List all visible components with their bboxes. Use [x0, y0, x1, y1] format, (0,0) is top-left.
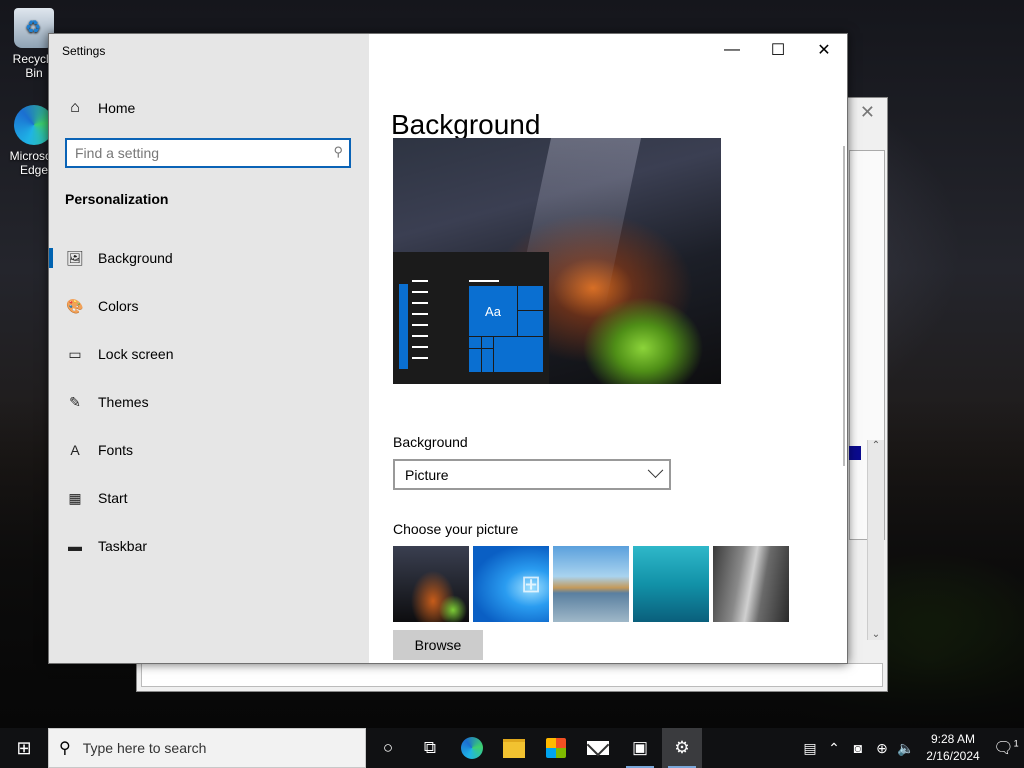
start-button[interactable]: ⊞	[0, 728, 48, 768]
settings-sidebar: Settings ⌂ Home ⚲ Personalization 🖼 Back…	[49, 34, 369, 663]
thumbnail-rock-cliff[interactable]	[713, 546, 789, 622]
mail-icon	[587, 741, 609, 755]
nav-item-label: Start	[98, 490, 128, 506]
meet-now-icon[interactable]: ◙	[846, 740, 870, 756]
nav-item-label: Lock screen	[98, 346, 174, 362]
start-icon: ▦	[68, 489, 82, 506]
settings-content: Background Aa Background Picture Choose …	[391, 34, 831, 663]
taskbar-mail[interactable]	[578, 728, 618, 768]
taskbar-settings[interactable]: ⚙	[662, 728, 702, 768]
taskbar-edge[interactable]	[452, 728, 492, 768]
search-icon: ⚲	[59, 740, 71, 757]
taskbar-icon: ▬	[68, 538, 82, 554]
background-preview: Aa	[393, 138, 721, 384]
themes-icon: ✎	[69, 393, 81, 410]
picture-icon: 🖼	[66, 249, 84, 266]
browse-button[interactable]: Browse	[393, 630, 483, 660]
picture-thumbnails	[393, 546, 789, 622]
nav-item-colors[interactable]: 🎨 Colors	[49, 282, 369, 330]
taskbar-file-explorer[interactable]	[494, 728, 534, 768]
dropdown-value: Picture	[405, 466, 449, 483]
background-window-footer	[141, 663, 883, 687]
cortana-icon[interactable]: ○	[368, 728, 408, 768]
package-icon: ▣	[631, 738, 649, 757]
volume-muted-icon[interactable]: 🔈	[894, 740, 918, 757]
network-icon[interactable]: ⊕	[870, 740, 894, 757]
file-explorer-icon	[503, 738, 525, 758]
nav-item-themes[interactable]: ✎ Themes	[49, 378, 369, 426]
notification-count: 1	[1013, 738, 1019, 749]
news-icon[interactable]: ▤	[798, 740, 822, 757]
edge-icon	[461, 737, 483, 759]
chevron-down-icon	[647, 462, 664, 479]
taskbar-search[interactable]: ⚲ Type here to search	[48, 728, 366, 768]
store-icon	[546, 738, 566, 758]
background-label: Background	[393, 434, 468, 450]
nav-item-label: Themes	[98, 394, 149, 410]
nav-item-taskbar[interactable]: ▬ Taskbar	[49, 522, 369, 570]
settings-search[interactable]: ⚲	[65, 138, 351, 168]
settings-window: Settings ⌂ Home ⚲ Personalization 🖼 Back…	[48, 33, 848, 664]
fonts-icon: A	[70, 442, 80, 458]
thumbnail-windows-blue[interactable]	[473, 546, 549, 622]
section-heading: Personalization	[65, 191, 169, 207]
selection-marker	[849, 446, 861, 460]
nav-item-background[interactable]: 🖼 Background	[49, 234, 369, 282]
page-title: Background	[391, 108, 541, 140]
clock-time: 9:28 AM	[930, 732, 976, 746]
clock[interactable]: 9:28 AM 2/16/2024	[918, 731, 988, 765]
preview-tile-header	[469, 280, 499, 282]
taskbar-store[interactable]	[536, 728, 576, 768]
search-icon: ⚲	[333, 144, 343, 159]
preview-start-menu: Aa	[393, 252, 549, 384]
scrollbar[interactable]: ⌃ ⌄	[867, 440, 884, 640]
system-tray: ▤ ⌃ ◙ ⊕ 🔈 9:28 AM 2/16/2024 🗨1	[798, 728, 1024, 768]
nav-item-label: Taskbar	[98, 538, 148, 554]
home-icon: ⌂	[70, 99, 80, 116]
windows-logo-icon: ⊞	[16, 737, 32, 758]
nav-item-label: Colors	[98, 298, 139, 314]
thumbnail-beach-rocks[interactable]	[553, 546, 629, 622]
search-input[interactable]	[67, 140, 315, 166]
lock-screen-icon: ▭	[68, 345, 82, 362]
background-dropdown[interactable]: Picture	[393, 459, 671, 490]
nav-item-label: Fonts	[98, 442, 134, 458]
scroll-up-icon[interactable]: ⌃	[868, 440, 884, 451]
preview-tiles: Aa	[469, 286, 543, 372]
scroll-down-icon[interactable]: ⌄	[868, 629, 884, 640]
nav-home-label: Home	[98, 100, 136, 116]
clock-date: 2/16/2024	[926, 749, 980, 763]
task-view-icon[interactable]: ⧉	[410, 728, 450, 768]
window-title: Settings	[62, 44, 106, 58]
close-icon[interactable]: ✕	[860, 102, 875, 123]
thumbnail-night-sky-tent[interactable]	[393, 546, 469, 622]
preview-rail	[399, 284, 408, 369]
chevron-up-icon[interactable]: ⌃	[822, 740, 846, 757]
notification-icon: 🗨	[993, 740, 1014, 757]
nav-home[interactable]: ⌂ Home	[49, 90, 369, 126]
taskbar-search-placeholder: Type here to search	[82, 740, 207, 756]
settings-icon: ⚙	[674, 738, 690, 757]
choose-picture-label: Choose your picture	[393, 521, 519, 537]
thumbnail-underwater-swimmer[interactable]	[633, 546, 709, 622]
palette-icon: 🎨	[66, 297, 84, 314]
nav-item-fonts[interactable]: A Fonts	[49, 426, 369, 474]
nav-list: 🖼 Background 🎨 Colors ▭ Lock screen ✎ Th…	[49, 234, 369, 570]
nav-item-start[interactable]: ▦ Start	[49, 474, 369, 522]
preview-list	[412, 280, 428, 368]
content-scrollbar[interactable]	[843, 146, 845, 466]
nav-item-lock-screen[interactable]: ▭ Lock screen	[49, 330, 369, 378]
preview-tile-label: Aa	[469, 286, 518, 337]
notification-center-button[interactable]: 🗨1	[988, 738, 1024, 758]
taskbar-package[interactable]: ▣	[620, 728, 660, 768]
taskbar: ⊞ ⚲ Type here to search ○ ⧉ ▣ ⚙ ▤ ⌃ ◙ ⊕ …	[0, 728, 1024, 768]
nav-item-label: Background	[98, 250, 173, 266]
